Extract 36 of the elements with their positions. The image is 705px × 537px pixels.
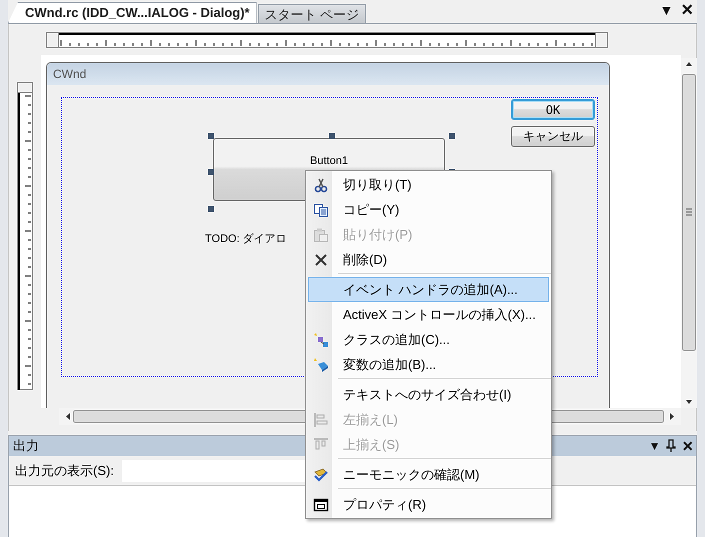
menu-item[interactable]: テキストへのサイズ合わせ(I) <box>308 382 549 407</box>
cancel-button[interactable]: キャンセル <box>511 126 595 147</box>
static-text[interactable]: TODO: ダイアロ <box>205 231 287 246</box>
class-icon <box>313 332 329 348</box>
menu-item[interactable]: クラスの追加(C)... <box>308 327 549 352</box>
copy-icon <box>313 202 329 218</box>
resize-handle[interactable] <box>449 133 455 139</box>
scissors-icon <box>313 177 329 193</box>
document-tab[interactable]: スタート ページ <box>258 4 366 23</box>
ok-button[interactable]: OK <box>511 99 595 120</box>
menu-item[interactable]: ActiveX コントロールの挿入(X)... <box>308 302 549 327</box>
vertical-scrollbar[interactable] <box>681 58 697 408</box>
align-left-icon <box>313 412 329 428</box>
dropdown-button[interactable]: ▼ <box>655 2 678 21</box>
resize-handle[interactable] <box>329 133 335 139</box>
close-icon <box>313 252 329 268</box>
resize-handle[interactable] <box>208 206 214 212</box>
close-button[interactable]: × <box>677 0 697 24</box>
menu-item[interactable]: イベント ハンドラの追加(A)... <box>308 277 549 302</box>
menu-item[interactable]: 削除(D) <box>308 247 549 272</box>
checkmark-icon <box>313 467 329 483</box>
menu-item[interactable]: ニーモニックの確認(M) <box>308 462 549 487</box>
window-icon <box>313 497 329 513</box>
panel-title: 出力 <box>13 437 39 455</box>
close-button[interactable]: × <box>679 436 696 456</box>
pin-icon[interactable] <box>666 439 676 453</box>
document-tab[interactable]: CWnd.rc (IDD_CW...IALOG - Dialog)* <box>8 2 257 23</box>
dialog-title: CWnd <box>47 63 609 85</box>
variable-icon <box>313 357 329 373</box>
source-label: 出力元の表示(S): <box>15 462 114 480</box>
menu-item[interactable]: 変数の追加(B)... <box>308 352 549 377</box>
resize-handle[interactable] <box>208 169 214 175</box>
dropdown-button[interactable]: ▼ <box>646 439 664 453</box>
menu-item[interactable]: プロパティ(R) <box>308 492 549 517</box>
resize-handle[interactable] <box>208 133 214 139</box>
paste-icon <box>313 227 329 243</box>
